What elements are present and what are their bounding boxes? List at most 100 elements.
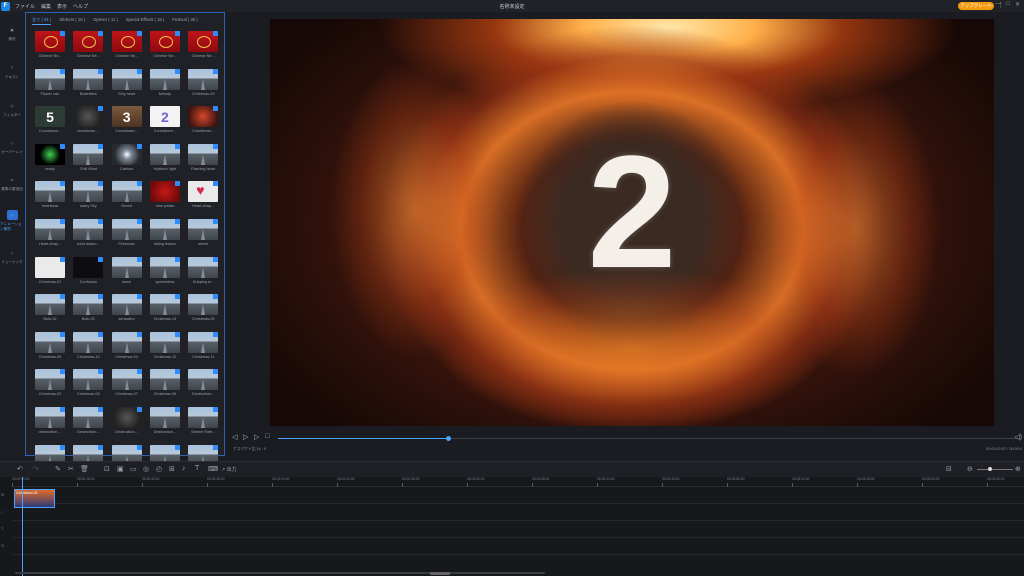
effect-item[interactable]: ready — [35, 143, 65, 171]
time-ruler[interactable]: 00:00:00:00 00:00:16:00 00:00:32:00 00:00:4… — [12, 477, 1024, 487]
effect-item[interactable]: Christmas-09 — [35, 331, 65, 359]
effect-item[interactable]: Christmas-04 — [111, 331, 142, 359]
rail-item-media[interactable]: ▣ 素材 — [0, 14, 24, 46]
menu-edit[interactable]: 編集 — [41, 3, 51, 10]
volume-icon[interactable]: ◁) — [1014, 433, 1022, 441]
effect-item[interactable]: 5 Countdown... — [35, 106, 65, 133]
effect-item[interactable]: Melody — [149, 68, 180, 96]
effect-item[interactable]: Christmas-12 — [149, 331, 180, 359]
zoom-slider-handle[interactable] — [988, 467, 992, 471]
fit-timeline-icon[interactable]: ⊟ — [946, 465, 952, 473]
effect-item[interactable]: destruction ... — [35, 407, 65, 434]
effect-item[interactable]: Flashing heart — [188, 143, 219, 171]
effect-item[interactable]: Christmas-10 — [73, 331, 104, 359]
effect-item[interactable]: Chinese Ne... — [188, 31, 219, 58]
rail-item-filter[interactable]: ◎ フィルター — [0, 90, 24, 122]
effect-item[interactable]: Chinese Ne... — [149, 31, 180, 58]
prev-frame-icon[interactable]: ◁ — [232, 433, 237, 441]
aspect-ratio-label[interactable]: アスペクト比 16 : 9 — [233, 447, 266, 452]
timeline-clip[interactable]: Countdown-04 — [14, 489, 55, 508]
effect-item[interactable]: Christmas-06 — [149, 369, 180, 396]
rail-item-transition[interactable]: ⇄ 要素の要追加 — [0, 164, 24, 196]
video-preview[interactable]: 2 — [270, 19, 994, 426]
export-button[interactable]: ↗ 出力 — [221, 466, 237, 473]
effect-item[interactable]: Christmas-08 — [73, 369, 104, 396]
mosaic-icon[interactable]: ▣ — [117, 465, 124, 473]
effect-item[interactable]: sensation — [111, 294, 142, 321]
tab-special-effects[interactable]: Special Effects ( 18 ) — [126, 17, 165, 25]
undo-icon[interactable]: ↶ — [17, 465, 23, 473]
text-track[interactable] — [12, 522, 1024, 538]
effects-track[interactable] — [12, 505, 1024, 521]
seek-bar[interactable] — [278, 436, 1018, 441]
menu-help[interactable]: ヘルプ — [73, 3, 88, 10]
effect-item[interactable]: Heart-shap... — [35, 219, 65, 246]
zoom-in-icon[interactable]: ⊕ — [1015, 465, 1021, 473]
effect-item[interactable]: 3 Countdown... — [111, 106, 142, 133]
effect-item[interactable]: Christmas-05 — [188, 294, 219, 321]
scrollbar-thumb[interactable] — [430, 572, 450, 575]
effect-item[interactable]: Secret — [111, 181, 142, 208]
effect-item[interactable]: Bulb-01 — [73, 294, 104, 321]
effect-item[interactable]: Cartoon — [111, 143, 142, 171]
tab-festival[interactable]: Festival ( 35 ) — [172, 17, 197, 25]
cut-icon[interactable]: ✂ — [68, 465, 74, 473]
effect-item[interactable]: shiver — [188, 219, 219, 246]
effect-item[interactable]: Destruction... — [73, 407, 104, 434]
audio-track[interactable] — [12, 539, 1024, 555]
tab-opener[interactable]: Opener ( 11 ) — [93, 17, 118, 25]
effect-item[interactable]: Flower rain — [35, 68, 65, 96]
effect-item[interactable]: Countdown... — [188, 106, 219, 133]
next-frame-icon[interactable]: ▷ — [254, 433, 259, 441]
effect-item[interactable]: Girly heart — [111, 68, 142, 96]
effect-item[interactable]: Destruction... — [149, 407, 180, 434]
menu-view[interactable]: 表示 — [57, 3, 67, 10]
effect-item[interactable]: wind autum... — [73, 219, 104, 246]
horizontal-scrollbar[interactable] — [15, 572, 545, 574]
effect-item[interactable]: rhythmic light — [149, 143, 180, 171]
keyboard-icon[interactable]: ⌨ — [208, 465, 218, 473]
redo-icon[interactable]: ↷ — [33, 465, 39, 473]
effect-item[interactable]: Christmas-13 — [149, 294, 180, 321]
effect-item[interactable]: Chinese Ne... — [35, 31, 65, 58]
audio-icon[interactable]: ♪ — [182, 465, 186, 472]
effect-item[interactable]: Destruction... — [111, 407, 142, 434]
delete-icon[interactable]: 🗑 — [80, 465, 89, 473]
crop-icon[interactable]: ⊡ — [104, 465, 110, 473]
effect-item[interactable]: Destruction... — [188, 369, 219, 396]
effect-item[interactable]: snow — [111, 256, 142, 284]
effect-item[interactable]: rose petals — [149, 181, 180, 208]
rail-item-text[interactable]: T テキスト — [0, 52, 24, 84]
effect-item[interactable]: Bulb-02 — [35, 294, 65, 321]
effect-item[interactable]: Christmas-03 — [188, 68, 219, 96]
minimize-icon[interactable]: — — [995, 1, 1001, 8]
effect-item[interactable]: Chinese Ne... — [111, 31, 142, 58]
rail-item-overlay[interactable]: ◇ オーバーレイ — [0, 127, 24, 159]
rail-item-music[interactable]: ♫ ミュージック — [0, 237, 24, 269]
playhead[interactable] — [22, 477, 23, 576]
seek-handle[interactable] — [446, 436, 452, 441]
effect-item[interactable]: Heart-shap... — [188, 181, 219, 208]
effect-item[interactable]: Christmas-11 — [188, 331, 219, 359]
effect-item[interactable]: Stretch Stret... — [188, 407, 219, 434]
stop-icon[interactable]: □ — [265, 433, 269, 440]
rail-item-effects[interactable]: ▤ アニメーション素材 — [0, 200, 24, 232]
speed-icon[interactable]: ◴ — [156, 465, 162, 473]
color-icon[interactable]: ◎ — [143, 465, 149, 473]
zoom-tool-icon[interactable]: ⊞ — [169, 465, 175, 473]
effect-item[interactable]: Chinese Ne... — [73, 31, 104, 58]
tab-all[interactable]: 全て ( 91 ) — [32, 17, 52, 25]
effect-item[interactable]: Christmas-02 — [35, 369, 65, 396]
close-icon[interactable]: ✕ — [1015, 1, 1020, 8]
freeze-icon[interactable]: ▭ — [130, 465, 137, 473]
zoom-slider[interactable] — [977, 469, 1013, 470]
effect-item[interactable]: heartbeat — [35, 181, 65, 208]
upgrade-button[interactable]: アップグレード — [958, 2, 994, 10]
effect-item[interactable]: Christmas-07 — [111, 369, 142, 396]
tab-stickers[interactable]: Stickers ( 16 ) — [59, 17, 85, 25]
subtitle-icon[interactable]: T — [195, 465, 199, 472]
effect-item[interactable]: Chill Wind — [73, 143, 104, 171]
effect-item[interactable]: Dripping w... — [188, 256, 219, 284]
play-icon[interactable]: ▷ — [243, 433, 248, 441]
menu-file[interactable]: ファイル — [15, 3, 35, 10]
